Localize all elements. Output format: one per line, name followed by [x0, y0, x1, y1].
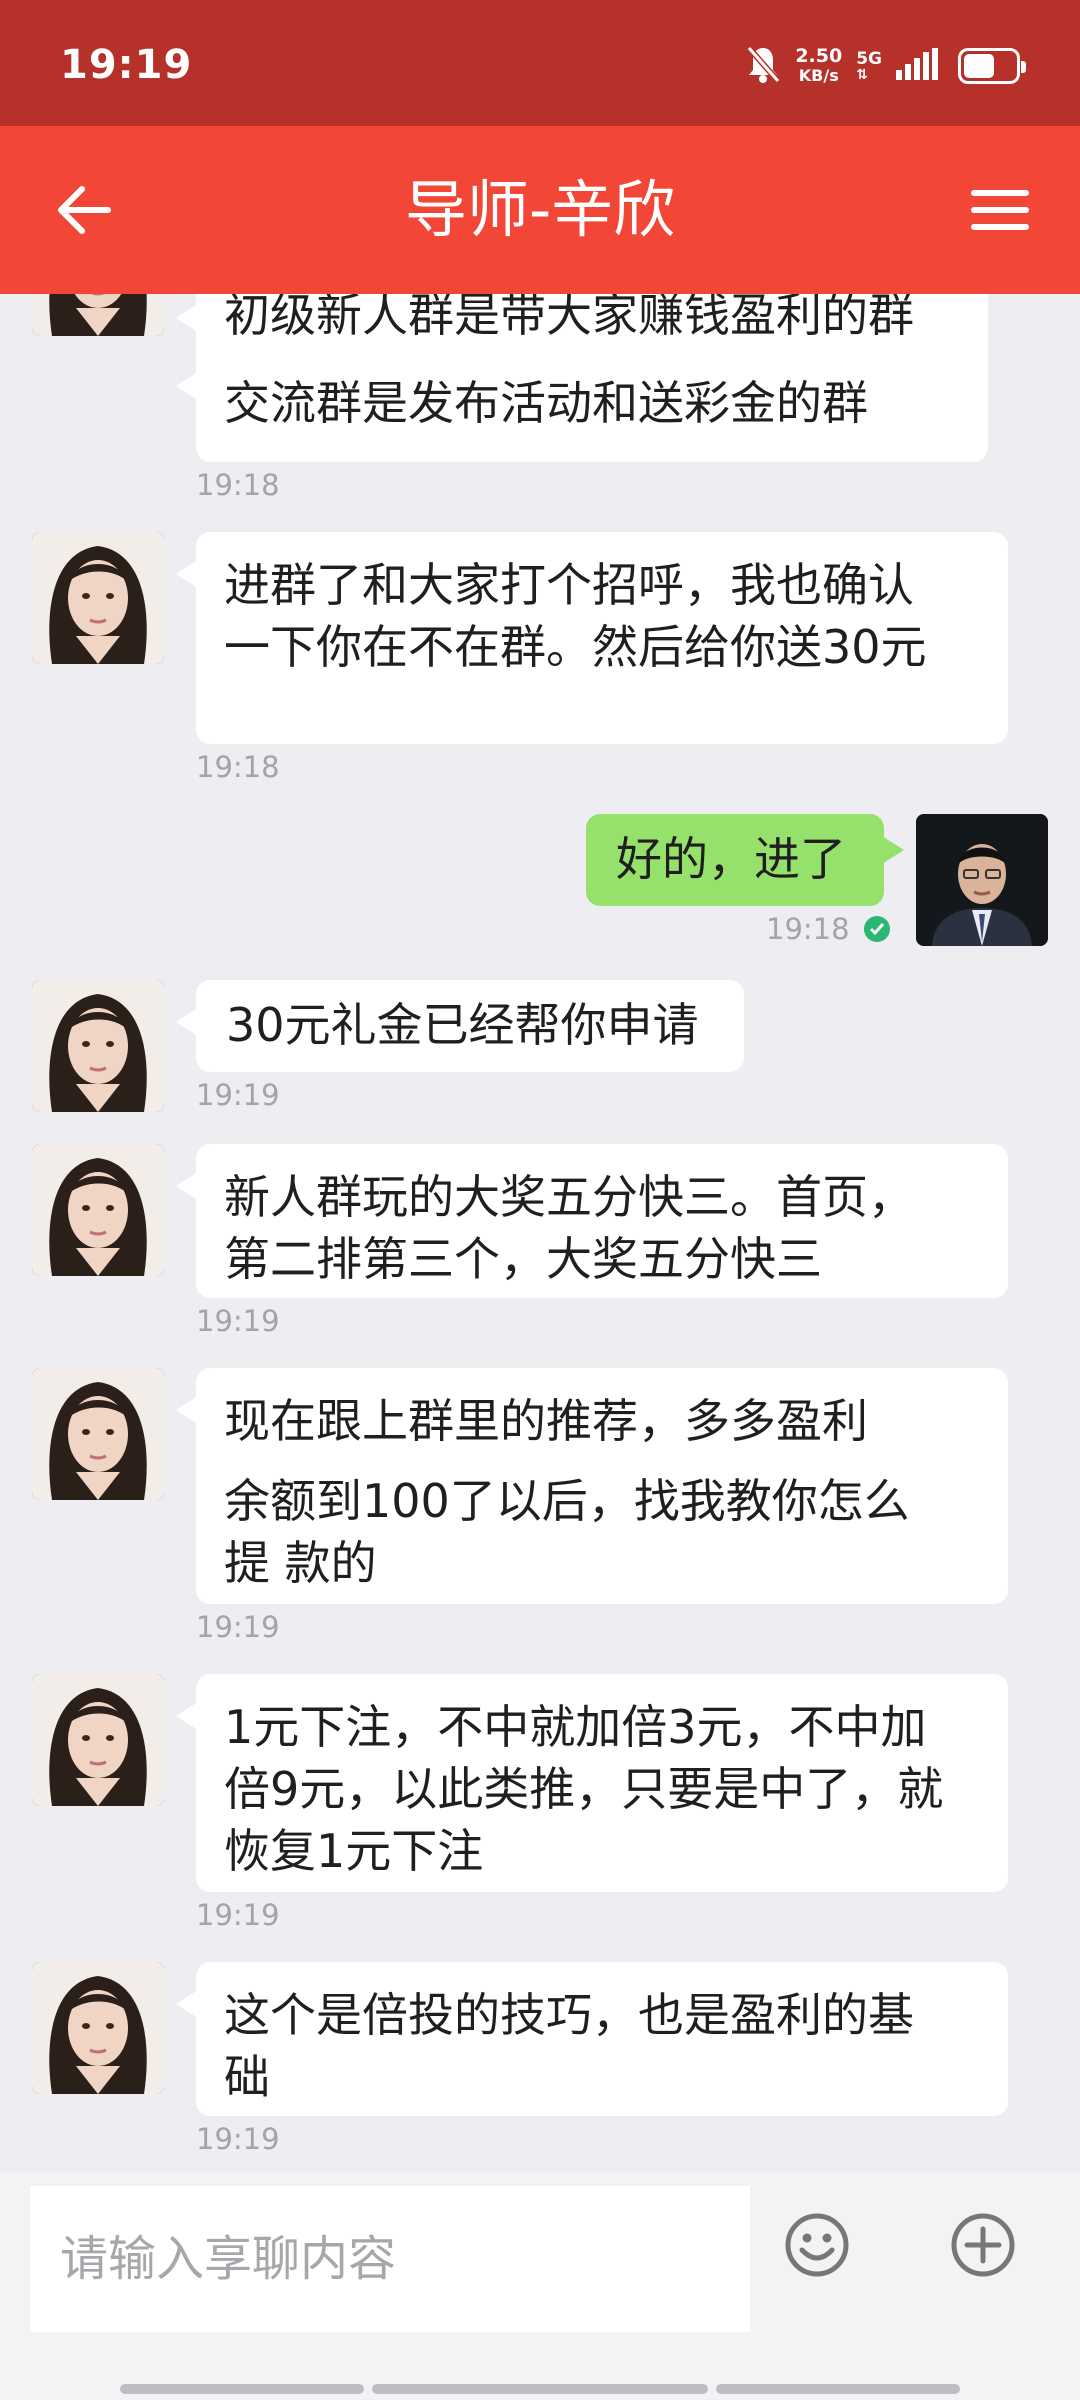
- nav-gesture-bar: [716, 2384, 960, 2394]
- net-speed-unit: KB/s: [798, 66, 839, 85]
- message-line: 进群了和大家打个招呼，我也确认: [224, 558, 914, 612]
- message-time: 19:19: [196, 1610, 280, 1644]
- status-bar: 19:19 2.50 KB/s 5G ⇅: [0, 0, 1080, 126]
- message-bubble-outgoing[interactable]: 好的，进了: [586, 814, 904, 906]
- message-line: 新人群玩的大奖五分快三。首页，: [224, 1170, 914, 1224]
- chat-header: 导师-辛欣: [0, 126, 1080, 294]
- message-line: 一下你在不在群。然后给你送30元: [224, 620, 927, 674]
- battery-icon: [958, 48, 1026, 84]
- message-line: 初级新人群是带大家赚钱盈利的群: [224, 294, 914, 342]
- message-bubble-continued[interactable]: 交流群是发布活动和送彩金的群: [176, 344, 988, 462]
- status-icons: 2.50 KB/s 5G ⇅: [745, 44, 1026, 88]
- message-line: 倍9元，以此类推，只要是中了，就: [224, 1762, 944, 1816]
- message-bubble[interactable]: 30元礼金已经帮你申请: [176, 980, 744, 1072]
- contact-avatar[interactable]: [32, 1674, 164, 1806]
- nav-gesture-bar: [120, 2384, 364, 2394]
- woman-portrait-icon: [32, 1674, 164, 1806]
- message-time: 19:19: [196, 2122, 280, 2156]
- message-time: 19:19: [196, 1304, 280, 1338]
- network-type-label: 5G: [856, 49, 882, 69]
- message-line: 30元礼金已经帮你申请: [226, 998, 699, 1052]
- message-input[interactable]: [30, 2186, 750, 2332]
- message-list[interactable]: 初级新人群是带大家赚钱盈利的群 交流群是发布活动和送彩金的群 19:18 进群了…: [0, 294, 1080, 2172]
- message-bubble[interactable]: 这个是倍投的技巧，也是盈利的基 础: [176, 1962, 1008, 2116]
- woman-portrait-icon: [32, 1368, 164, 1500]
- message-line: 第二排第三个，大奖五分快三: [224, 1232, 822, 1286]
- contact-avatar[interactable]: [32, 980, 164, 1112]
- network-type: 5G ⇅: [856, 50, 882, 82]
- message-time: 19:19: [196, 1898, 280, 1932]
- smiley-icon: [785, 2213, 849, 2277]
- hamburger-menu-icon: [971, 190, 1029, 230]
- message-line: 好的，进了: [616, 832, 846, 886]
- contact-avatar[interactable]: [32, 294, 164, 336]
- contact-avatar[interactable]: [32, 1144, 164, 1276]
- contact-avatar[interactable]: [32, 1962, 164, 2094]
- message-line: 这个是倍投的技巧，也是盈利的基: [224, 1988, 914, 2042]
- message-line: 础: [224, 2050, 270, 2104]
- woman-portrait-icon: [32, 294, 164, 336]
- contact-avatar[interactable]: [32, 532, 164, 664]
- message-line: 提 款的: [224, 1536, 377, 1590]
- woman-portrait-icon: [32, 1962, 164, 2094]
- chat-title: 导师-辛欣: [404, 173, 676, 246]
- message-line: 交流群是发布活动和送彩金的群: [224, 376, 868, 430]
- message-bubble[interactable]: 新人群玩的大奖五分快三。首页， 第二排第三个，大奖五分快三: [176, 1144, 1008, 1298]
- net-speed: 2.50 KB/s: [795, 45, 843, 86]
- mute-icon: [745, 44, 781, 88]
- message-bubble[interactable]: 1元下注，不中就加倍3元，不中加 倍9元，以此类推，只要是中了，就 恢复1元下注: [176, 1674, 1008, 1892]
- message-bubble[interactable]: 进群了和大家打个招呼，我也确认 一下你在不在群。然后给你送30元: [176, 532, 1008, 744]
- status-time: 19:19: [60, 42, 193, 88]
- man-portrait-icon: [916, 814, 1048, 946]
- net-speed-value: 2.50: [795, 45, 843, 67]
- user-avatar[interactable]: [916, 814, 1048, 946]
- message-bubble[interactable]: 现在跟上群里的推荐，多多盈利 余额到100了以后，找我教你怎么 提 款的: [176, 1368, 1008, 1604]
- woman-portrait-icon: [32, 532, 164, 664]
- woman-portrait-icon: [32, 1144, 164, 1276]
- message-time: 19:19: [196, 1078, 280, 1112]
- message-line: 现在跟上群里的推荐，多多盈利: [224, 1394, 868, 1448]
- emoji-button[interactable]: [784, 2212, 850, 2278]
- chat-screen: 19:19 2.50 KB/s 5G ⇅ 导师-辛欣 初级新人群是带大家赚钱盈利…: [0, 0, 1080, 2400]
- woman-portrait-icon: [32, 980, 164, 1112]
- message-time: 19:18: [196, 750, 280, 784]
- input-bar: [0, 2172, 1080, 2400]
- message-time: 19:18: [766, 912, 850, 946]
- message-line: 1元下注，不中就加倍3元，不中加: [224, 1700, 927, 1754]
- more-options-button[interactable]: [950, 2212, 1016, 2278]
- message-status: 19:18: [766, 912, 890, 946]
- menu-button[interactable]: [960, 170, 1040, 250]
- message-line: 恢复1元下注: [224, 1824, 484, 1878]
- nav-gesture-bar: [372, 2384, 708, 2394]
- message-line: 余额到100了以后，找我教你怎么: [224, 1474, 910, 1528]
- check-circle-icon: [863, 916, 890, 942]
- message-time: 19:18: [196, 468, 280, 502]
- signal-icon: [896, 48, 938, 84]
- data-arrows-icon: ⇅: [856, 67, 868, 83]
- contact-avatar[interactable]: [32, 1368, 164, 1500]
- plus-circle-icon: [951, 2213, 1015, 2277]
